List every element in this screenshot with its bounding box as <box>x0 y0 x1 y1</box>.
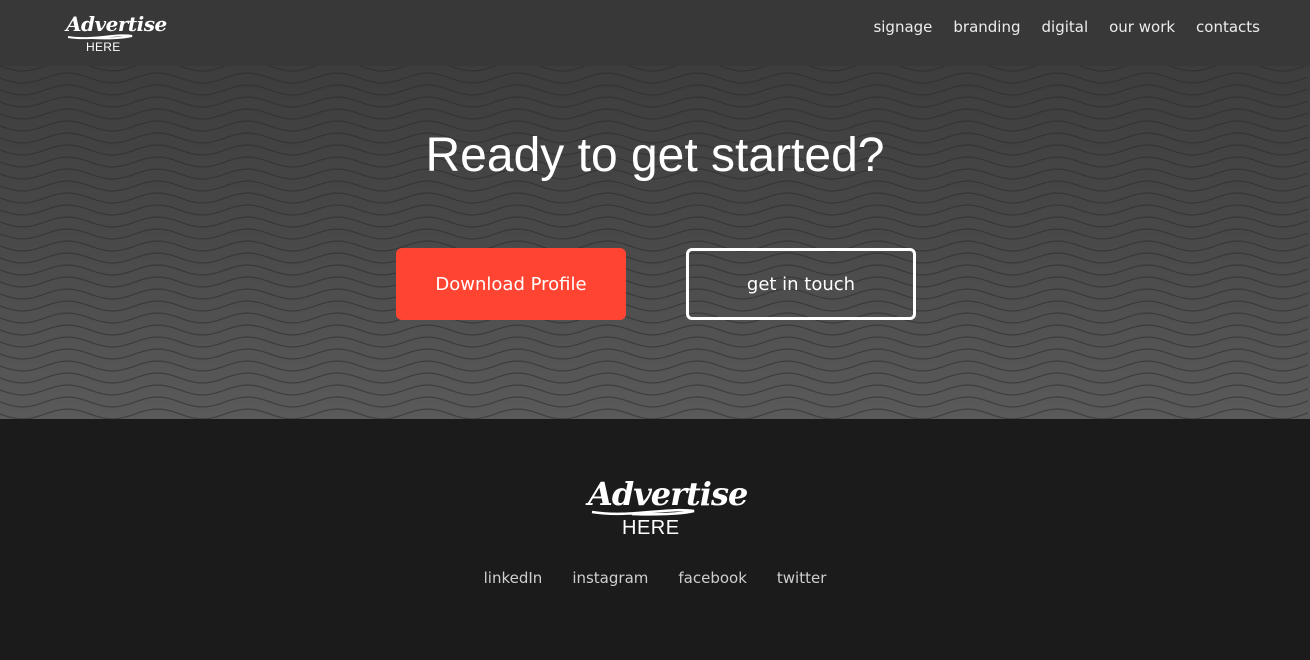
nav-item-digital[interactable]: digital <box>1042 17 1089 37</box>
social-link-twitter[interactable]: twitter <box>777 568 826 588</box>
footer-logo-sub-text: HERE <box>622 517 680 539</box>
hero-section: Ready to get started? Download Profile g… <box>0 66 1310 419</box>
site-header: Advertise HERE signage branding digital … <box>0 0 1310 66</box>
nav-item-contacts[interactable]: contacts <box>1196 17 1260 37</box>
header-logo[interactable]: Advertise HERE <box>62 10 167 56</box>
page: Advertise HERE signage branding digital … <box>0 0 1310 660</box>
social-link-facebook[interactable]: facebook <box>678 568 747 588</box>
download-profile-button[interactable]: Download Profile <box>396 248 626 320</box>
social-link-instagram[interactable]: instagram <box>572 568 648 588</box>
nav-item-branding[interactable]: branding <box>953 17 1020 37</box>
social-links: linkedIn instagram facebook twitter <box>0 568 1310 588</box>
wave-pattern-background <box>0 66 1309 419</box>
nav-item-our-work[interactable]: our work <box>1109 17 1175 37</box>
logo-sub-text: HERE <box>86 40 121 54</box>
main-nav: signage branding digital our work contac… <box>873 17 1260 37</box>
footer-logo[interactable]: Advertise HERE <box>584 475 748 545</box>
hero-title: Ready to get started? <box>425 129 885 182</box>
nav-item-signage[interactable]: signage <box>873 17 932 37</box>
site-footer: Advertise HERE linkedIn instagram facebo… <box>0 419 1310 660</box>
social-link-linkedin[interactable]: linkedIn <box>484 568 543 588</box>
get-in-touch-button[interactable]: get in touch <box>686 248 916 320</box>
